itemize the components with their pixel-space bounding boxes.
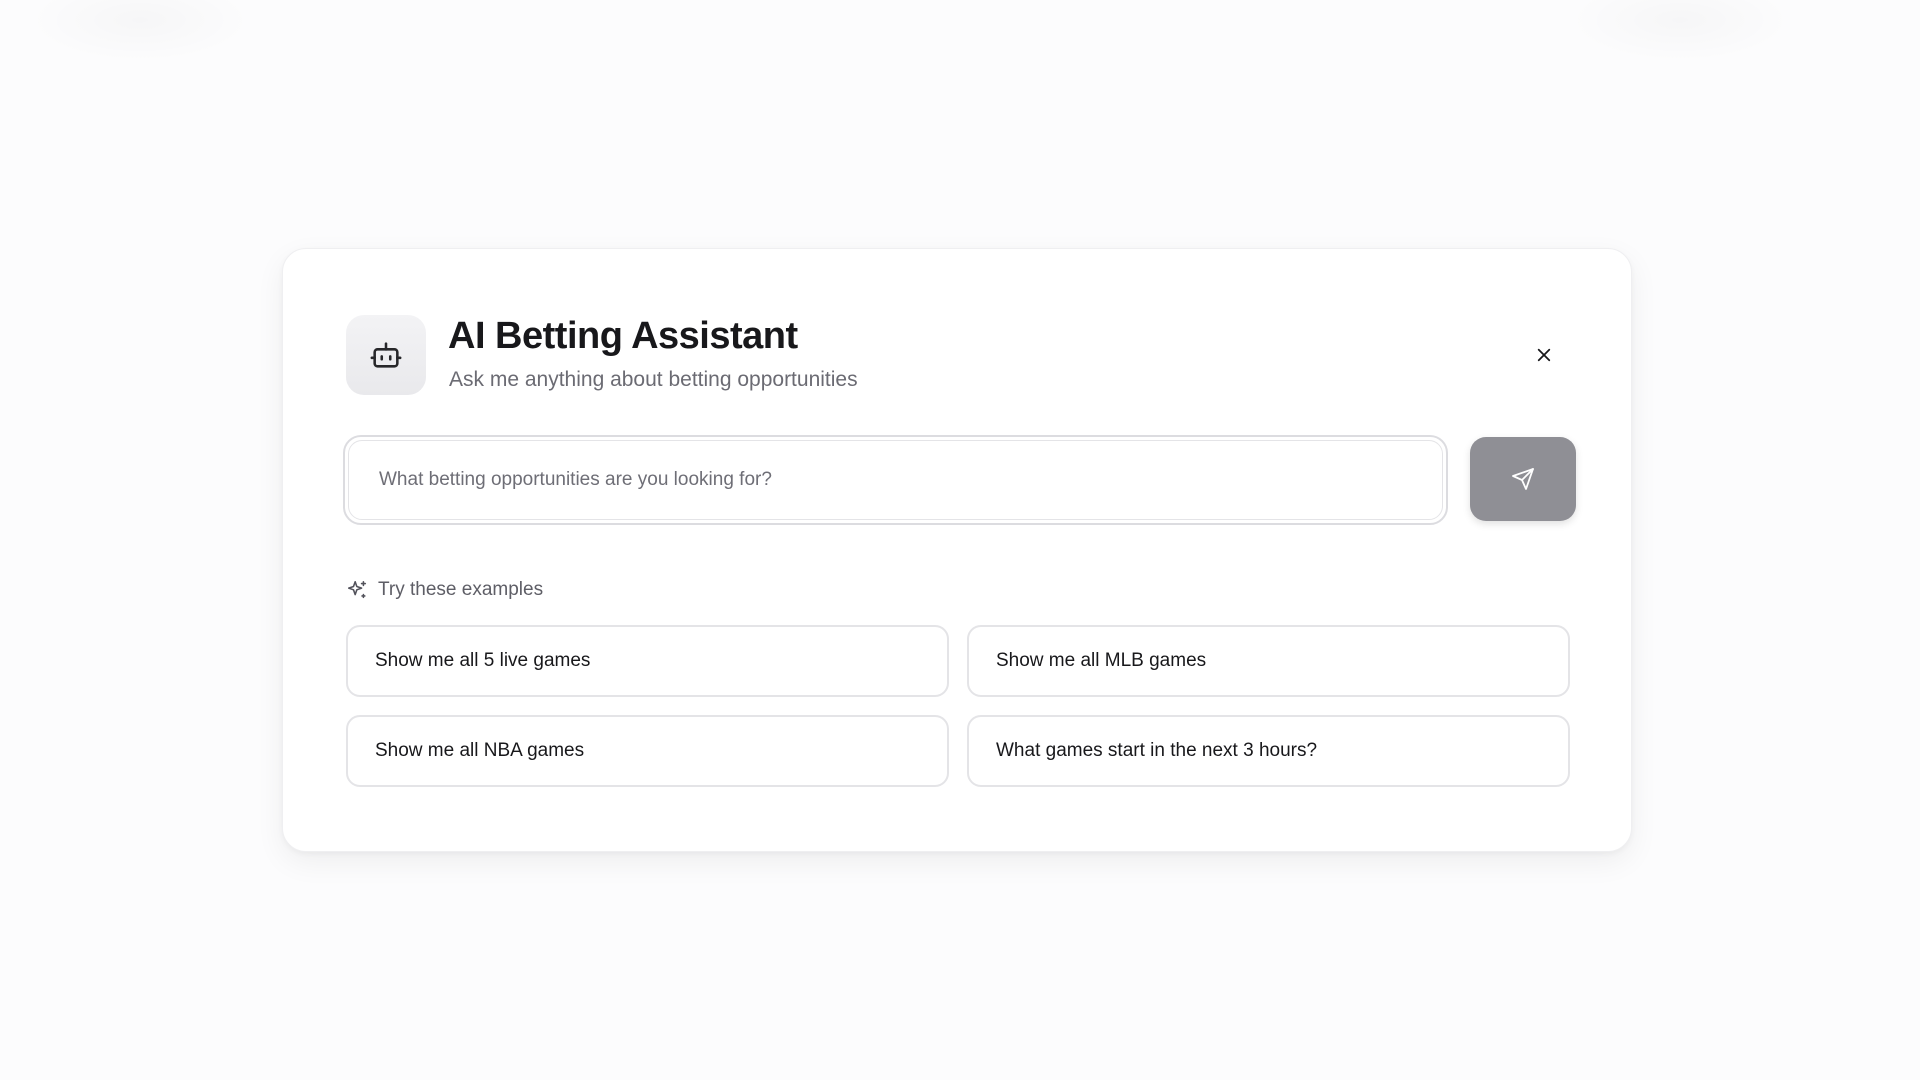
example-upcoming-games-button[interactable]: What games start in the next 3 hours? xyxy=(967,715,1570,787)
examples-heading: Try these examples xyxy=(346,579,543,601)
sparkles-icon xyxy=(347,580,367,599)
dialog-header: AI Betting Assistant Ask me anything abo… xyxy=(346,315,1568,395)
search-field-wrapper xyxy=(343,435,1448,525)
bot-icon xyxy=(370,342,402,368)
send-button[interactable] xyxy=(1470,437,1576,521)
dialog-title: AI Betting Assistant xyxy=(448,315,798,357)
query-row xyxy=(343,435,1576,525)
example-live-games-button[interactable]: Show me all 5 live games xyxy=(346,625,949,697)
send-icon xyxy=(1512,468,1534,490)
assistant-avatar xyxy=(346,315,426,395)
close-icon xyxy=(1537,348,1551,362)
search-input[interactable] xyxy=(348,440,1443,520)
dialog-subtitle: Ask me anything about betting opportunit… xyxy=(449,368,858,391)
examples-label: Try these examples xyxy=(378,579,544,600)
example-mlb-games-button[interactable]: Show me all MLB games xyxy=(967,625,1570,697)
examples-list: Show me all 5 live games Show me all MLB… xyxy=(346,625,1570,787)
close-button[interactable] xyxy=(1528,339,1560,371)
assistant-dialog: AI Betting Assistant Ask me anything abo… xyxy=(282,248,1632,852)
example-nba-games-button[interactable]: Show me all NBA games xyxy=(346,715,949,787)
